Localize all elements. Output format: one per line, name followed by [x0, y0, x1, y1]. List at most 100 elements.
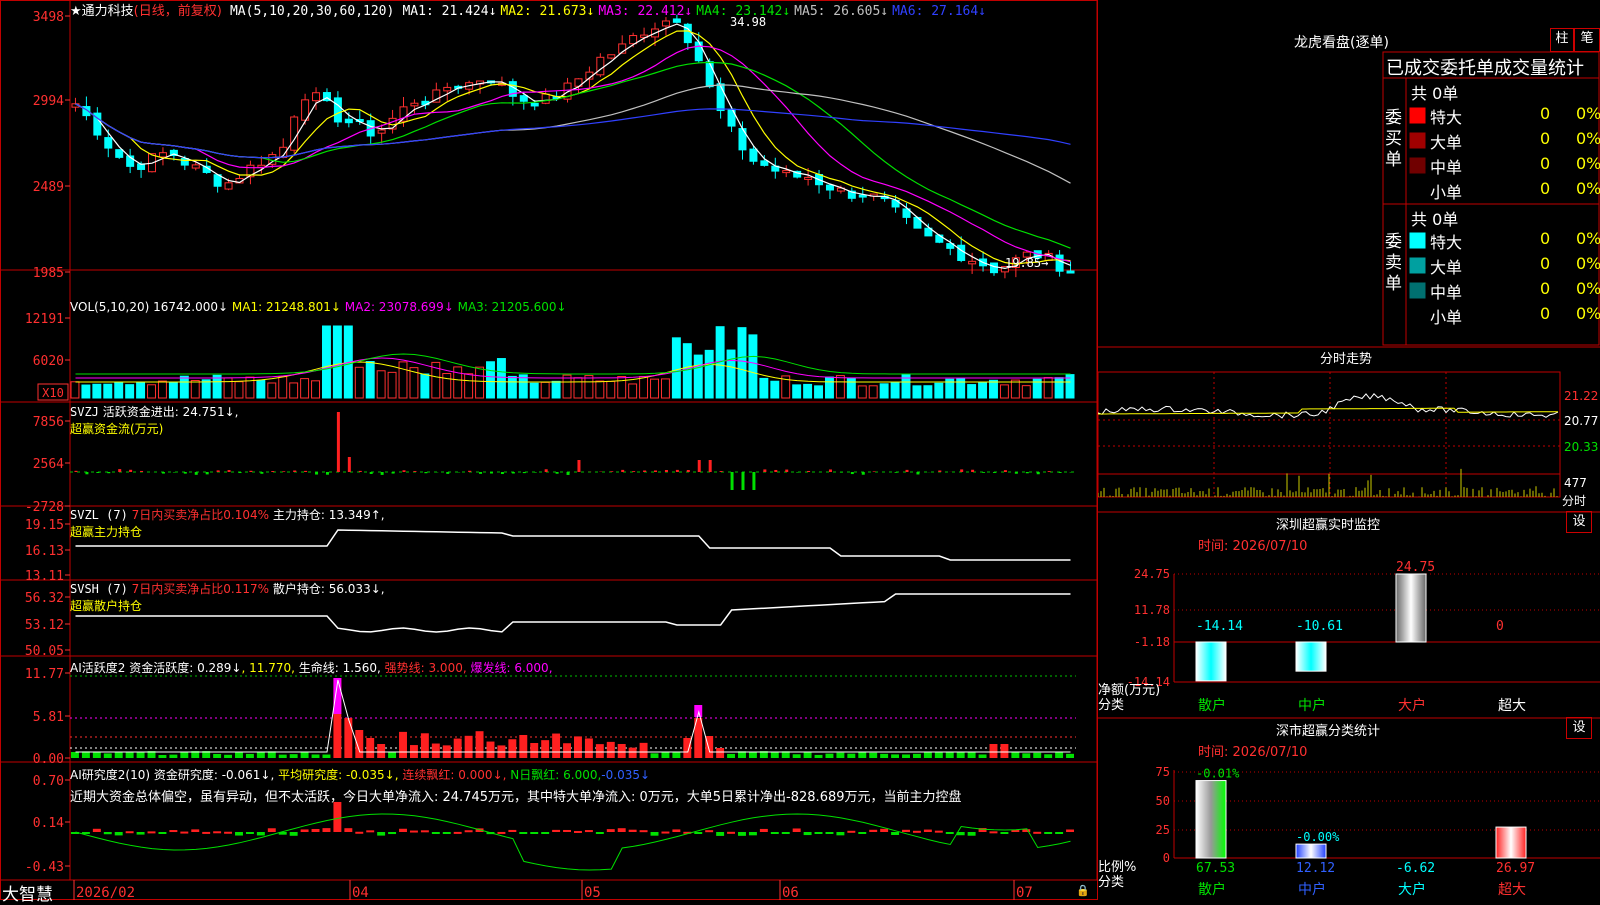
flow-bar: [632, 471, 635, 472]
ai1-bar: [169, 755, 177, 758]
ai1-bar: [1011, 752, 1019, 758]
sell-row-pct: 0%: [1576, 279, 1600, 298]
net-value: -14.14: [1196, 619, 1243, 634]
ai1-bar: [1044, 754, 1052, 758]
volume-bar: [115, 382, 123, 398]
net-value: 24.75: [1396, 560, 1435, 575]
ai2-bar: [355, 832, 363, 834]
ma-item-3: MA3: 22.412↓: [598, 4, 692, 19]
chart-area[interactable]: 3498299424891985121916020X1078562564-272…: [0, 0, 1098, 900]
ai1-bar: [323, 755, 331, 758]
volume-bar: [727, 350, 735, 398]
ai2-bar: [530, 832, 538, 834]
flow-bar: [249, 471, 252, 472]
svzl-label: SVZL (7): [70, 508, 128, 522]
ai2-bar: [508, 830, 516, 832]
flow-bar: [895, 472, 898, 473]
ai2-bar: [344, 828, 352, 832]
flow-bar: [829, 469, 832, 472]
svsh-label: SVSH (7): [70, 582, 128, 596]
volume-bar: [869, 386, 877, 398]
legend-swatch: [1410, 233, 1425, 248]
ai2-bar: [432, 832, 440, 834]
ai2-bar: [793, 828, 801, 832]
volume-bar: [1055, 378, 1063, 398]
volume-bar: [366, 362, 374, 398]
ai2-bar: [104, 832, 112, 834]
ai2-bar: [541, 832, 549, 834]
candle: [761, 161, 768, 166]
legend-swatch: [1410, 283, 1425, 298]
flow-bar: [479, 472, 482, 474]
buy-row-qty: 0: [1540, 104, 1550, 123]
ratio-bottom: 67.53: [1196, 861, 1235, 876]
ai1-bar: [924, 752, 932, 758]
volume-bar: [891, 382, 899, 398]
tick-mode-button[interactable]: 笔: [1574, 28, 1600, 52]
ai1-bar: [793, 754, 801, 758]
flow-bar: [490, 472, 493, 474]
flow-bar: [523, 472, 526, 473]
ratio-bar: [1496, 827, 1526, 858]
ai1-bar: [377, 744, 385, 758]
buy-row-pct: 0%: [1576, 154, 1600, 173]
fenshi-vlabel: 分时: [1562, 492, 1586, 509]
flow-bar: [621, 470, 624, 472]
candle: [936, 235, 943, 242]
flow-bar: [337, 412, 340, 472]
flow-bar: [698, 460, 701, 472]
volume-bar: [552, 381, 560, 398]
ai2-study: 资金研究度: -0.061↓,: [154, 768, 274, 782]
candle: [192, 165, 199, 168]
ai2-bar: [366, 830, 374, 832]
ai1-bar: [716, 748, 724, 758]
star-icon: ★: [70, 4, 82, 19]
net-bar: [1296, 642, 1326, 671]
ai2-bar: [93, 829, 101, 832]
sz-class-settings-button[interactable]: 设: [1566, 717, 1592, 739]
chart-canvas[interactable]: 3498299424891985121916020X1078562564-272…: [0, 0, 1098, 900]
net-value: 0: [1496, 619, 1504, 634]
ai2-bar: [1033, 832, 1041, 834]
ai2-bar: [727, 832, 735, 834]
ai2-bar: [333, 802, 341, 832]
volume-bar: [126, 385, 134, 398]
flow-bar: [501, 472, 504, 474]
ai1-bar: [355, 730, 363, 758]
axis-label: 0: [1163, 851, 1170, 865]
vol-value: 16742.000↓: [153, 300, 228, 314]
volume-bar: [1022, 386, 1030, 398]
candle: [116, 150, 123, 158]
flow-bar: [140, 471, 143, 472]
flow-bar: [687, 470, 690, 472]
volume-bar: [880, 384, 888, 398]
legend-swatch: [1410, 308, 1425, 323]
ai1-strong: 强势线: 3.000,: [385, 661, 467, 675]
axis-label: -2728: [25, 500, 64, 515]
volume-bar: [1044, 378, 1052, 398]
flow-bar: [971, 470, 974, 472]
volume-bar: [563, 375, 571, 398]
vol-header: VOL(5,10,20) 16742.000↓ MA1: 21248.801↓ …: [70, 300, 567, 314]
bar-mode-button[interactable]: 柱: [1550, 28, 1574, 52]
ai1-bar: [301, 752, 309, 758]
ai1-bar: [913, 754, 921, 758]
legend-swatch: [1410, 158, 1425, 173]
ai1-bar: [891, 754, 899, 758]
ai2-bar: [323, 828, 331, 832]
flow-bar: [348, 457, 351, 472]
volume-bar: [968, 385, 976, 398]
axis-label: 19.15: [25, 518, 64, 533]
sz-monitor-settings-button[interactable]: 设: [1566, 511, 1592, 533]
date-label: 05: [584, 885, 601, 900]
flow-bar: [610, 471, 613, 472]
buy-row-pct: 0%: [1576, 104, 1600, 123]
ai1-burst: 爆发线: 6.000,: [470, 661, 552, 675]
flow-bar: [709, 460, 712, 472]
volume-bar: [607, 381, 615, 398]
ai2-bar: [552, 830, 560, 832]
axis-label: -1.18: [1134, 635, 1170, 649]
ai2-label: AI研究度2(10): [70, 768, 150, 782]
date-label: 07: [1016, 885, 1033, 900]
ai1-bar: [137, 752, 145, 758]
